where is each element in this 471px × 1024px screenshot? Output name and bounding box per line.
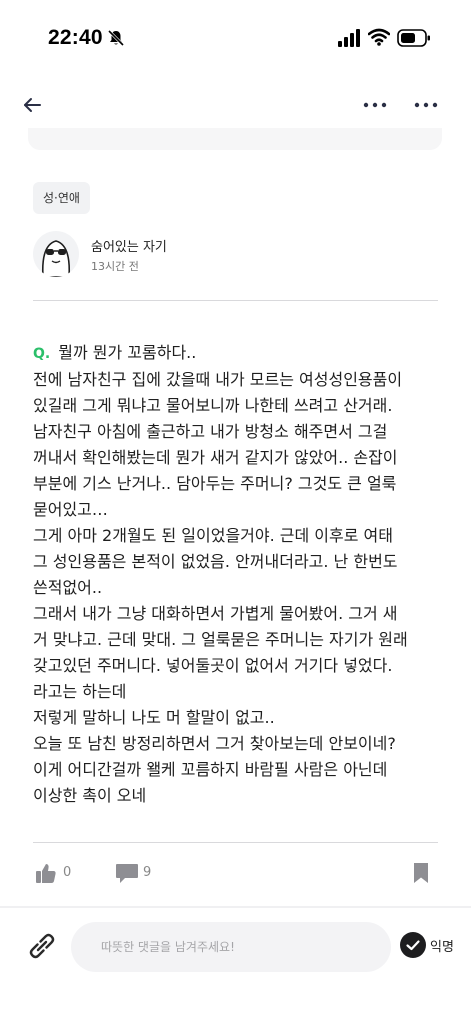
comment-input[interactable] xyxy=(71,922,391,972)
post-content: 뭘까 뭔가 꼬롬하다.. 전에 남자친구 집에 갔을때 내가 모르는 여성성인용… xyxy=(33,343,408,805)
header-card-bottom xyxy=(28,128,442,150)
cellular-signal-icon xyxy=(338,29,360,47)
bell-slash-icon xyxy=(107,29,125,47)
paperclip-icon[interactable] xyxy=(28,932,56,960)
bookmark-icon[interactable] xyxy=(412,862,430,884)
author-name: 숨어있는 자기 xyxy=(91,240,167,255)
ellipsis-icon[interactable] xyxy=(362,94,388,116)
arrow-left-icon[interactable] xyxy=(22,94,44,116)
status-bar: 22:40 xyxy=(0,0,471,76)
speech-bubble-icon[interactable] xyxy=(115,862,139,884)
anonymous-label[interactable]: 익명 xyxy=(430,936,454,955)
divider xyxy=(33,842,438,843)
comment-count: 9 xyxy=(143,865,152,880)
anonymous-toggle[interactable] xyxy=(400,932,426,958)
checkmark-icon xyxy=(406,940,420,951)
divider xyxy=(33,300,438,301)
avatar[interactable] xyxy=(33,231,79,277)
divider xyxy=(0,906,471,908)
category-chip[interactable]: 성·연애 xyxy=(33,182,90,214)
wifi-icon xyxy=(368,28,390,46)
thumbs-up-icon[interactable] xyxy=(35,862,57,884)
status-time: 22:40 xyxy=(48,26,103,49)
ellipsis-icon[interactable] xyxy=(413,94,439,116)
post-body: Q. 뭘까 뭔가 꼬롬하다.. 전에 남자친구 집에 갔을때 내가 모르는 여성성… xyxy=(33,340,443,809)
top-nav xyxy=(0,86,471,126)
battery-icon xyxy=(397,29,430,47)
question-marker: Q. xyxy=(33,346,51,362)
sunglasses-character-icon xyxy=(41,240,71,277)
like-count: 0 xyxy=(63,865,72,880)
post-actions: 0 9 xyxy=(0,856,471,890)
post-timestamp: 13시간 전 xyxy=(91,260,139,273)
